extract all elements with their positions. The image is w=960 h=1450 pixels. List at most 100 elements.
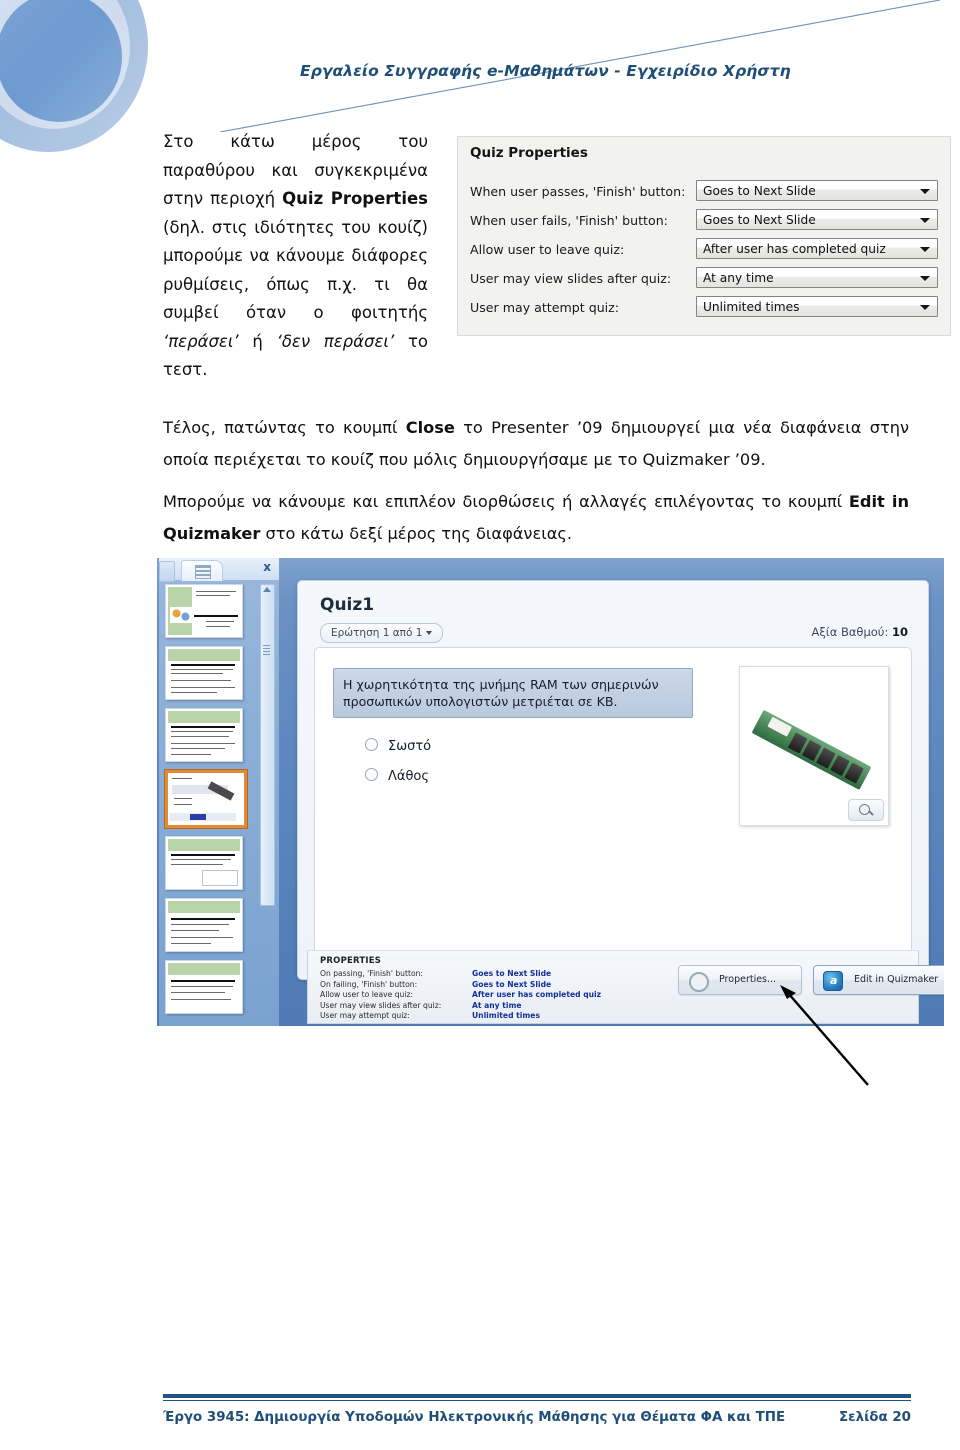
chevron-down-icon	[920, 305, 930, 310]
paragraph-edit-in-quizmaker: Μπορούμε να κάνουμε και επιπλέον διορθώσ…	[163, 486, 909, 550]
quiz-properties-rows: When user passes, 'Finish' button: Goes …	[458, 179, 950, 324]
intro-bold-quiz-properties: Quiz Properties	[282, 189, 428, 208]
thumb-accent	[168, 839, 240, 851]
slide-thumbnail[interactable]	[165, 584, 243, 638]
properties-strip-value: Unlimited times	[472, 1011, 540, 1020]
footer-rule-thin	[163, 1399, 911, 1401]
slide-thumbnail[interactable]	[165, 708, 243, 762]
close-icon[interactable]: x	[263, 560, 271, 574]
quiz-property-row: Allow user to leave quiz: After user has…	[458, 237, 950, 265]
quiz-properties-panel-title: Quiz Properties	[470, 145, 588, 161]
magnifier-handle	[868, 810, 874, 816]
select-value: Unlimited times	[703, 300, 800, 314]
properties-strip-value: Goes to Next Slide	[472, 969, 552, 978]
intro-text-part3: ή	[238, 331, 277, 351]
p1-bold-close: Close	[405, 418, 455, 437]
radio-button-icon[interactable]	[365, 768, 378, 781]
page-footer: Έργο 3945: Δημιουργία Υποδομών Ηλεκτρονι…	[163, 1394, 911, 1432]
intro-italic-den-perasei: ‘δεν περάσει’	[276, 331, 395, 351]
quiz-property-row: User may view slides after quiz: At any …	[458, 266, 950, 294]
properties-strip-row: User may attempt quiz: Unlimited times	[320, 1011, 650, 1022]
slide-thumbnail-selected[interactable]	[165, 770, 247, 828]
quizmaker-icon: a	[823, 971, 843, 991]
slide-thumbnail[interactable]	[165, 646, 243, 700]
score-label: Αξία Βαθμού:	[811, 625, 889, 639]
thumb-accent	[168, 963, 240, 975]
properties-strip-label: Allow user to leave quiz:	[320, 990, 414, 999]
answer-option-correct[interactable]: Σωστό	[365, 738, 431, 754]
thumb-clipart-icon	[170, 607, 192, 623]
properties-strip-value: At any time	[472, 1000, 522, 1010]
select-value: After user has completed quiz	[703, 242, 886, 256]
chevron-down-icon	[920, 247, 930, 252]
user-may-attempt-quiz-select[interactable]: Unlimited times	[696, 296, 938, 317]
intro-text-part2: (δηλ. στις ιδιότητες του κουίζ) μπορούμε…	[163, 217, 428, 323]
properties-strip-title: PROPERTIES	[320, 956, 382, 966]
presenter-screenshot-figure: x Quiz1 Ερώτηση 1 από 1 Αξία Βαθμού: 10 …	[157, 558, 944, 1026]
thumb-accent	[168, 901, 240, 913]
footer-project-text: Έργο 3945: Δημιουργία Υποδομών Ηλεκτρονι…	[163, 1410, 786, 1425]
slide-thumbnail[interactable]	[165, 960, 243, 1014]
question-image-container	[739, 666, 889, 826]
slide-thumbnail[interactable]	[165, 898, 243, 952]
thumb-accent	[168, 711, 240, 723]
thumbnail-scrollbar[interactable]	[260, 584, 275, 906]
slides-tab[interactable]	[181, 560, 223, 581]
p1-part-a: Τέλος, πατώντας το κουμπί	[163, 418, 406, 437]
select-value: At any time	[703, 271, 774, 285]
properties-strip-label: On passing, 'Finish' button:	[320, 969, 423, 978]
radio-button-icon[interactable]	[365, 738, 378, 751]
edit-in-quizmaker-button[interactable]: a Edit in Quizmaker	[813, 965, 944, 995]
quiz-property-row: When user fails, 'Finish' button: Goes t…	[458, 208, 950, 236]
question-navigator-label: Ερώτηση 1 από 1	[331, 627, 423, 639]
thumbnail-list	[165, 584, 251, 1022]
quiz-property-row: User may attempt quiz: Unlimited times	[458, 295, 950, 323]
magnifier-icon[interactable]	[848, 799, 884, 821]
when-user-fails-select[interactable]: Goes to Next Slide	[696, 209, 938, 230]
p2-part-a: Μπορούμε να κάνουμε και επιπλέον διορθώσ…	[163, 492, 849, 511]
properties-strip-row: On passing, 'Finish' button: Goes to Next…	[320, 969, 650, 980]
properties-strip-row: User may view slides after quiz: At any t…	[320, 1001, 650, 1012]
quiz-property-row: When user passes, 'Finish' button: Goes …	[458, 179, 950, 207]
select-value: Goes to Next Slide	[703, 184, 816, 198]
answer-option-label: Λάθος	[388, 769, 429, 784]
slide-thumbnail[interactable]	[165, 836, 243, 890]
properties-strip-value: Goes to Next Slide	[472, 979, 552, 989]
slides-outline-icon	[195, 565, 211, 579]
answer-option-wrong[interactable]: Λάθος	[365, 768, 429, 784]
scroll-up-arrow-icon[interactable]	[263, 587, 271, 592]
p2-part-c: στο κάτω δεξί μέρος της διαφάνειας.	[260, 524, 573, 543]
quiz-properties-panel: Quiz Properties When user passes, 'Finis…	[457, 136, 951, 336]
allow-user-to-leave-quiz-select[interactable]: After user has completed quiz	[696, 238, 938, 259]
properties-strip-label: On failing, 'Finish' button:	[320, 979, 418, 989]
properties-strip-rows: On passing, 'Finish' button: Goes to Next…	[320, 969, 650, 1022]
properties-strip-label: User may attempt quiz:	[320, 1011, 410, 1020]
quiz-property-label: When user passes, 'Finish' button:	[470, 184, 686, 199]
quizmaker-glyph: a	[830, 974, 838, 987]
properties-button[interactable]: Properties...	[678, 965, 802, 995]
chevron-down-icon	[920, 218, 930, 223]
properties-strip-row: On failing, 'Finish' button: Goes to Next…	[320, 980, 650, 991]
scrollbar-grip[interactable]	[263, 645, 270, 655]
question-text: Η χωρητικότητα της μνήμης RAM των σημερι…	[333, 668, 693, 718]
slide-thumbnail-pane: x	[159, 558, 279, 1026]
properties-strip-label: User may view slides after quiz:	[320, 1000, 442, 1010]
intro-paragraph: Στο κάτω μέρος του παραθύρου και συγκεκρ…	[163, 128, 428, 385]
outline-tab[interactable]	[159, 561, 175, 582]
thumbnail-tab-bar: x	[159, 558, 279, 582]
edit-in-quizmaker-label: Edit in Quizmaker	[854, 974, 939, 985]
properties-strip: PROPERTIES On passing, 'Finish' button: G…	[307, 950, 944, 1024]
quiz-property-label: Allow user to leave quiz:	[470, 242, 625, 257]
intro-italic-perasei: ‘περάσει’	[163, 331, 239, 351]
when-user-passes-select[interactable]: Goes to Next Slide	[696, 180, 938, 201]
quiz-property-label: When user fails, 'Finish' button:	[470, 213, 668, 228]
footer-row: Έργο 3945: Δημιουργία Υποδομών Ηλεκτρονι…	[163, 1410, 911, 1432]
gear-icon	[689, 972, 709, 992]
user-may-view-slides-select[interactable]: At any time	[696, 267, 938, 288]
properties-strip-row: Allow user to leave quiz: After user has …	[320, 990, 650, 1001]
quiz-title: Quiz1	[320, 595, 375, 615]
quiz-question-panel: Η χωρητικότητα της μνήμης RAM των σημερι…	[314, 647, 912, 961]
properties-button-label: Properties...	[719, 974, 777, 985]
chevron-down-icon	[920, 276, 930, 281]
question-navigator[interactable]: Ερώτηση 1 από 1	[320, 623, 444, 643]
